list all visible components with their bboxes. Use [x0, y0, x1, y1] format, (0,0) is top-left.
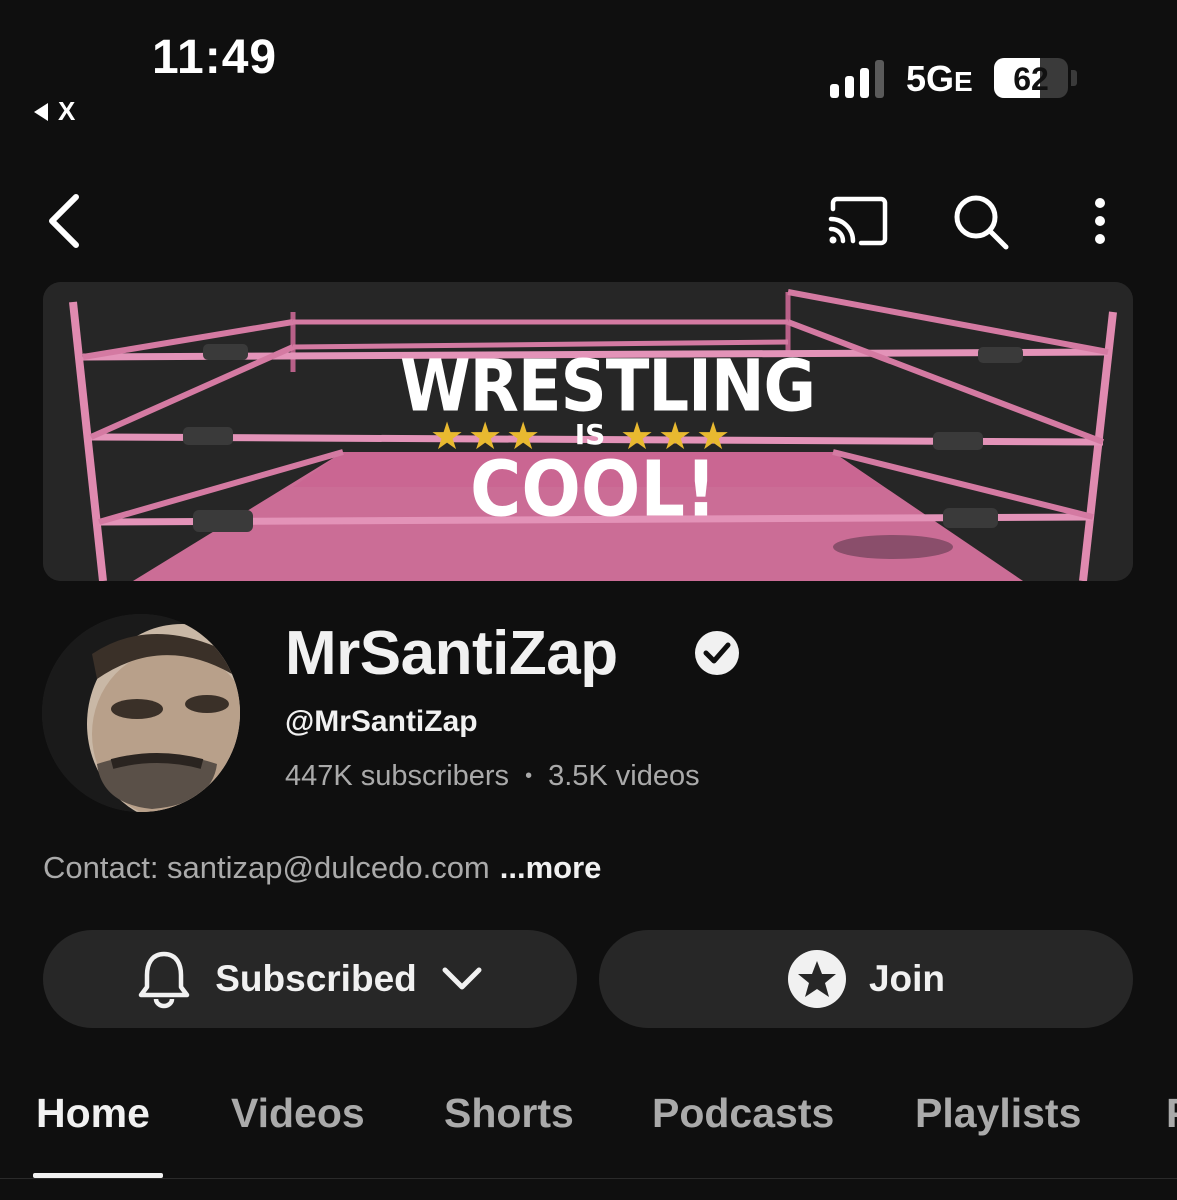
subscribed-button[interactable]: Subscribed — [43, 930, 577, 1028]
channel-description[interactable]: Contact: santizap@dulcedo.com ...more — [43, 850, 601, 886]
signal-strength-icon — [830, 58, 884, 98]
more-options-button[interactable] — [1078, 188, 1122, 254]
chevron-down-icon — [442, 967, 482, 990]
join-button[interactable]: Join — [599, 930, 1133, 1028]
cast-icon — [828, 196, 888, 246]
avatar-portrait-image — [42, 614, 240, 812]
back-arrow-icon — [49, 194, 79, 248]
tab-playlists[interactable]: Playlists — [915, 1090, 1081, 1137]
banner-title-line3: COOL! — [470, 443, 717, 535]
join-label: Join — [868, 958, 946, 999]
tab-partial[interactable]: P — [1166, 1090, 1177, 1137]
battery-level: 62 — [1013, 61, 1049, 97]
tab-podcasts[interactable]: Podcasts — [652, 1090, 834, 1137]
more-vertical-icon — [1095, 198, 1105, 244]
status-time: 11:49 — [152, 31, 278, 84]
tabs-divider — [0, 1178, 1177, 1179]
channel-handle: @MrSantiZap — [285, 705, 478, 738]
back-button[interactable] — [34, 188, 94, 254]
video-count: 3.5K videos — [548, 760, 700, 792]
more-link[interactable]: ...more — [500, 850, 602, 885]
cast-button[interactable] — [822, 190, 896, 252]
search-button[interactable] — [946, 188, 1014, 254]
bell-icon — [139, 951, 190, 1009]
contact-text: Contact: santizap@dulcedo.com — [43, 850, 490, 885]
channel-name: MrSantiZap — [285, 619, 618, 688]
back-triangle-icon — [34, 102, 48, 121]
subscribed-label: Subscribed — [215, 958, 417, 999]
search-icon — [954, 195, 1009, 250]
join-star-icon — [787, 950, 846, 1008]
tab-videos[interactable]: Videos — [231, 1090, 365, 1137]
battery-icon: 62 — [994, 58, 1068, 98]
channel-stats: 447K subscribers • 3.5K videos — [285, 760, 700, 793]
battery-nub — [1071, 70, 1077, 86]
stats-separator: • — [525, 765, 533, 787]
subscriber-count: 447K subscribers — [285, 760, 510, 792]
back-app-label: X — [58, 96, 76, 126]
network-indicator: 5GE — [906, 58, 973, 99]
back-to-app-link[interactable]: X — [34, 96, 75, 127]
tab-home[interactable]: Home — [36, 1090, 150, 1137]
tab-shorts[interactable]: Shorts — [444, 1090, 574, 1137]
verified-badge-icon — [695, 631, 739, 675]
channel-avatar[interactable] — [42, 614, 240, 812]
channel-tabs: Home Videos Shorts Podcasts Playlists P — [0, 1090, 1177, 1170]
